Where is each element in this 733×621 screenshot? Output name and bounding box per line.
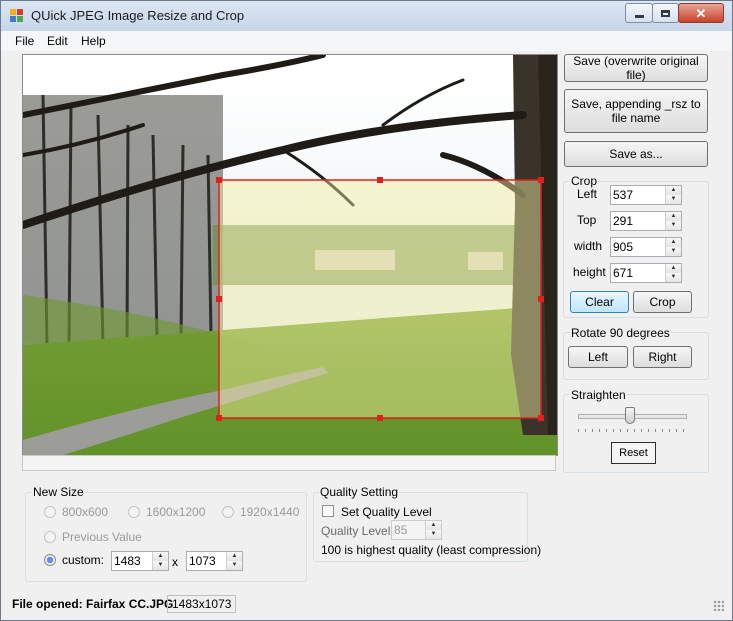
clear-label: Clear [585, 295, 614, 309]
crop-left-input[interactable]: ▲▼ [610, 185, 682, 205]
crop-label: Crop [649, 295, 676, 309]
size-1920-radio[interactable] [222, 506, 234, 518]
size-1920-label: 1920x1440 [240, 505, 300, 519]
spin-down-icon[interactable]: ▼ [666, 221, 681, 230]
straighten-group-label: Straighten [570, 388, 627, 402]
crop-height-label: height [573, 265, 606, 279]
horizontal-scrollbar[interactable] [22, 455, 556, 471]
menu-edit[interactable]: Edit [47, 34, 68, 48]
custom-width-input[interactable]: ▲▼ [111, 551, 169, 571]
previous-value-label: Previous Value [62, 530, 142, 544]
minimize-icon [634, 14, 644, 18]
spin-down-icon[interactable]: ▼ [666, 273, 681, 282]
minimize-button[interactable] [625, 3, 653, 23]
quality-level-field[interactable] [394, 522, 421, 538]
menu-bar: File Edit Help [1, 31, 732, 51]
crop-top-input[interactable]: ▲▼ [610, 211, 682, 231]
menu-file[interactable]: File [15, 34, 34, 48]
custom-height-input[interactable]: ▲▼ [186, 551, 243, 571]
rotate-right-button[interactable]: Right [633, 346, 692, 368]
title-bar: QUick JPEG Image Resize and Crop ✕ [1, 1, 732, 31]
crop-button[interactable]: Crop [633, 291, 692, 313]
crop-selection-fill [219, 180, 541, 418]
save-overwrite-label: Save (overwrite original file) [573, 54, 699, 82]
close-icon: ✕ [695, 5, 707, 21]
spin-down-icon[interactable]: ▼ [426, 530, 441, 539]
spin-down-icon[interactable]: ▼ [153, 561, 168, 570]
spin-down-icon[interactable]: ▼ [666, 247, 681, 256]
rotate-group-label: Rotate 90 degrees [570, 326, 671, 340]
custom-radio[interactable] [44, 554, 56, 566]
spin-down-icon[interactable]: ▼ [666, 195, 681, 204]
status-bar: File opened: Fairfax CC.JPG 1483x1073 [1, 593, 732, 620]
save-as-button[interactable]: Save as... [564, 141, 708, 167]
previous-value-radio[interactable] [44, 531, 56, 543]
save-as-label: Save as... [609, 147, 663, 161]
save-overwrite-button[interactable]: Save (overwrite original file) [564, 54, 708, 82]
window-title: QUick JPEG Image Resize and Crop [31, 8, 245, 23]
quality-level-label: Quality Level: [321, 524, 394, 538]
crop-height-input[interactable]: ▲▼ [610, 263, 682, 283]
app-icon [10, 9, 23, 22]
clear-button[interactable]: Clear [570, 291, 629, 313]
crop-left-field[interactable] [613, 187, 661, 203]
slider-ticks [578, 429, 685, 432]
app-window: QUick JPEG Image Resize and Crop ✕ File … [0, 0, 733, 621]
custom-height-field[interactable] [189, 553, 222, 569]
save-append-button[interactable]: Save, appending _rsz to file name [564, 89, 708, 133]
custom-label: custom: [62, 553, 105, 567]
quality-level-input[interactable]: ▲▼ [391, 520, 442, 540]
crop-width-label: width [574, 239, 603, 253]
resize-grip-icon[interactable] [713, 600, 724, 611]
image-preview[interactable] [22, 54, 558, 456]
menu-help[interactable]: Help [81, 34, 106, 48]
maximize-button[interactable] [652, 3, 679, 23]
size-1600-radio[interactable] [128, 506, 140, 518]
photo-image [23, 55, 557, 455]
custom-width-field[interactable] [114, 553, 148, 569]
straighten-slider-thumb[interactable] [624, 407, 635, 424]
close-button[interactable]: ✕ [678, 3, 724, 23]
set-quality-label: Set Quality Level [341, 505, 432, 519]
size-800-radio[interactable] [44, 506, 56, 518]
save-append-label: Save, appending _rsz to file name [571, 97, 701, 125]
new-size-group-label: New Size [32, 485, 85, 499]
reset-label: Reset [619, 447, 648, 459]
status-file: File opened: Fairfax CC.JPG [12, 597, 174, 611]
crop-height-field[interactable] [613, 265, 661, 281]
quality-note: 100 is highest quality (least compressio… [321, 543, 542, 557]
spin-down-icon[interactable]: ▼ [227, 561, 242, 570]
status-dims: 1483x1073 [167, 595, 237, 613]
crop-left-label: Left [577, 187, 598, 201]
rotate-left-label: Left [587, 350, 608, 364]
size-1600-label: 1600x1200 [146, 505, 206, 519]
crop-width-input[interactable]: ▲▼ [610, 237, 682, 257]
crop-top-field[interactable] [613, 213, 661, 229]
straighten-reset-button[interactable]: Reset [611, 442, 656, 464]
set-quality-checkbox[interactable] [322, 505, 334, 517]
rotate-right-label: Right [648, 350, 677, 364]
times-label: x [172, 555, 178, 569]
crop-top-label: Top [577, 213, 597, 227]
maximize-icon [661, 9, 670, 17]
quality-group-label: Quality Setting [319, 485, 400, 499]
crop-width-field[interactable] [613, 239, 661, 255]
rotate-left-button[interactable]: Left [568, 346, 628, 368]
crop-group-label: Crop [570, 174, 599, 188]
size-800-label: 800x600 [62, 505, 109, 519]
